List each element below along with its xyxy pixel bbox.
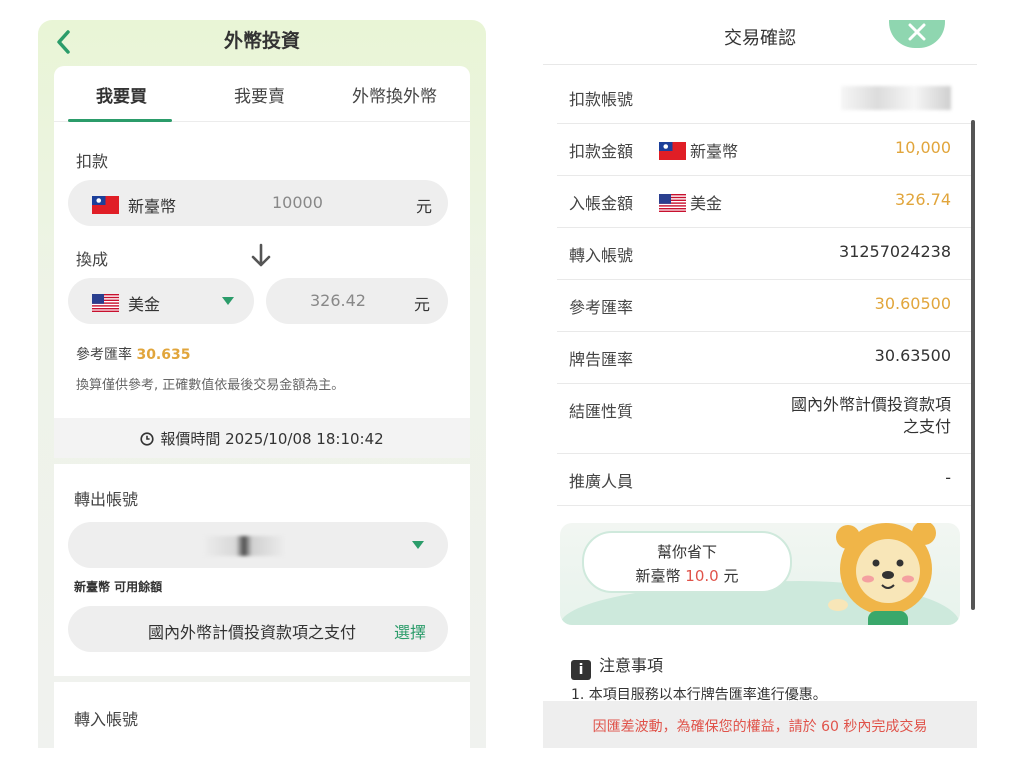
tab-bar: 我要買 我要賣 外幣換外幣 <box>54 66 470 122</box>
masked-account <box>841 86 951 110</box>
row-key: 參考匯率 <box>569 298 634 317</box>
row-key: 扣款帳號 <box>569 90 634 109</box>
savings-banner: 幫你省下 新臺幣 10.0 元 <box>560 523 960 625</box>
row-value: - <box>945 468 951 487</box>
row-key: 推廣人員 <box>569 472 634 491</box>
row-key: 入帳金額 <box>569 194 634 213</box>
savings-currency: 新臺幣 <box>635 567 681 585</box>
row-value-line1: 國內外幣計價投資款項 <box>790 395 951 414</box>
currency-name: 新臺幣 <box>690 142 739 161</box>
row-board-rate: 牌告匯率 30.63500 <box>557 332 971 384</box>
arrow-down-icon <box>250 243 272 269</box>
quote-time-bar: 報價時間 2025/10/08 18:10:42 <box>54 418 470 458</box>
trade-confirmation-screen: 交易確認 扣款帳號 扣款金額 新臺幣 10,000 入帳金額 美金 326.74… <box>543 20 977 748</box>
clock-icon <box>140 432 154 446</box>
speech-bubble: 幫你省下 新臺幣 10.0 元 <box>582 531 792 593</box>
in-account-label: 轉入帳號 <box>74 710 139 729</box>
savings-unit: 元 <box>723 567 739 585</box>
debit-label: 扣款 <box>76 152 109 171</box>
dropdown-caret-icon <box>412 541 424 549</box>
purpose-field[interactable]: 國內外幣計價投資款項之支付 選擇 <box>68 606 448 652</box>
header: 外幣投資 <box>38 20 486 64</box>
balance-label: 新臺幣 可用餘額 <box>74 580 163 594</box>
notice-section: i 注意事項 <box>571 652 663 680</box>
savings-amount: 10.0 <box>685 567 719 585</box>
masked-account <box>204 536 284 556</box>
taiwan-flag-icon <box>92 196 119 214</box>
target-currency: 美金 <box>128 295 161 314</box>
tab-fx-to-fx[interactable]: 外幣換外幣 <box>352 82 437 107</box>
row-value: 31257024238 <box>839 242 951 261</box>
row-key: 扣款金額 <box>569 142 634 161</box>
row-promoter: 推廣人員 - <box>557 454 971 506</box>
debit-amount-field[interactable]: 新臺幣 10000 元 <box>68 180 448 226</box>
account-card: 轉出帳號 新臺幣 可用餘額 國內外幣計價投資款項之支付 選擇 <box>54 464 470 676</box>
exchange-card: 我要買 我要賣 外幣換外幣 扣款 新臺幣 10000 元 換成 美金 326.4 <box>54 66 470 418</box>
savings-amount-line: 新臺幣 10.0 元 <box>584 565 790 586</box>
convert-label: 換成 <box>76 250 109 269</box>
debit-unit: 元 <box>416 197 433 216</box>
confirmation-rows: 扣款帳號 扣款金額 新臺幣 10,000 入帳金額 美金 326.74 轉入帳號… <box>557 72 971 506</box>
row-currency: 美金 <box>659 190 722 214</box>
tab-sell[interactable]: 我要賣 <box>234 82 285 107</box>
row-value: 30.60500 <box>874 294 951 313</box>
warning-text: 因匯差波動，為確保您的權益，請於 60 秒內完成交易 <box>592 719 928 735</box>
out-account-select[interactable] <box>68 522 448 568</box>
active-tab-indicator <box>68 119 172 122</box>
target-amount-value: 326.42 <box>310 291 366 310</box>
row-value: 國內外幣計價投資款項 之支付 <box>791 394 951 438</box>
row-credit-amount: 入帳金額 美金 326.74 <box>557 176 971 228</box>
lion-mascot-icon <box>828 523 936 625</box>
row-reference-rate: 參考匯率 30.60500 <box>557 280 971 332</box>
row-settlement-nature: 結匯性質 國內外幣計價投資款項 之支付 <box>557 384 971 454</box>
currency-name: 美金 <box>690 194 723 213</box>
taiwan-flag-icon <box>659 142 686 160</box>
debit-currency: 新臺幣 <box>128 197 177 216</box>
rate-label: 參考匯率 <box>76 347 132 363</box>
header-divider <box>543 64 977 65</box>
quote-time: 報價時間 2025/10/08 18:10:42 <box>160 430 384 448</box>
tab-buy[interactable]: 我要買 <box>96 82 147 107</box>
page-title: 外幣投資 <box>223 30 300 52</box>
row-key: 結匯性質 <box>569 402 634 421</box>
row-in-account: 轉入帳號 31257024238 <box>557 228 971 280</box>
rate-value: 30.635 <box>136 347 191 363</box>
out-account-label: 轉出帳號 <box>74 490 139 509</box>
fx-investment-screen: 外幣投資 我要買 我要賣 外幣換外幣 扣款 新臺幣 10000 元 換成 美金 <box>38 20 486 748</box>
close-icon <box>908 23 926 41</box>
row-value: 10,000 <box>895 138 951 157</box>
info-icon: i <box>571 660 591 680</box>
row-key: 轉入帳號 <box>569 246 634 265</box>
row-value-line2: 之支付 <box>902 417 951 436</box>
row-value: 30.63500 <box>874 346 951 365</box>
conversion-note: 換算僅供參考, 正確數值依最後交易金額為主。 <box>76 378 345 393</box>
warning-bar: 因匯差波動，為確保您的權益，請於 60 秒內完成交易 <box>543 701 977 748</box>
purpose-select-link[interactable]: 選擇 <box>394 619 426 643</box>
row-key: 牌告匯率 <box>569 350 634 369</box>
row-value: 326.74 <box>895 190 951 209</box>
row-currency: 新臺幣 <box>659 138 738 162</box>
reference-rate: 參考匯率 30.635 <box>76 344 190 364</box>
purpose-value: 國內外幣計價投資款項之支付 <box>148 623 357 642</box>
scrollbar[interactable] <box>971 120 975 610</box>
savings-title: 幫你省下 <box>656 543 717 561</box>
in-account-card: 轉入帳號 <box>54 682 470 748</box>
notice-item: 1. 本項目服務以本行牌告匯率進行優惠。 <box>571 687 827 702</box>
row-debit-account: 扣款帳號 <box>557 72 971 124</box>
target-amount-field[interactable]: 326.42 元 <box>266 278 448 324</box>
target-unit: 元 <box>414 295 431 314</box>
notice-title: 注意事項 <box>599 656 664 675</box>
us-flag-icon <box>92 294 119 312</box>
debit-amount-value: 10000 <box>272 193 323 212</box>
target-currency-select[interactable]: 美金 <box>68 278 254 324</box>
us-flag-icon <box>659 194 686 212</box>
row-debit-amount: 扣款金額 新臺幣 10,000 <box>557 124 971 176</box>
dropdown-caret-icon <box>222 297 234 305</box>
